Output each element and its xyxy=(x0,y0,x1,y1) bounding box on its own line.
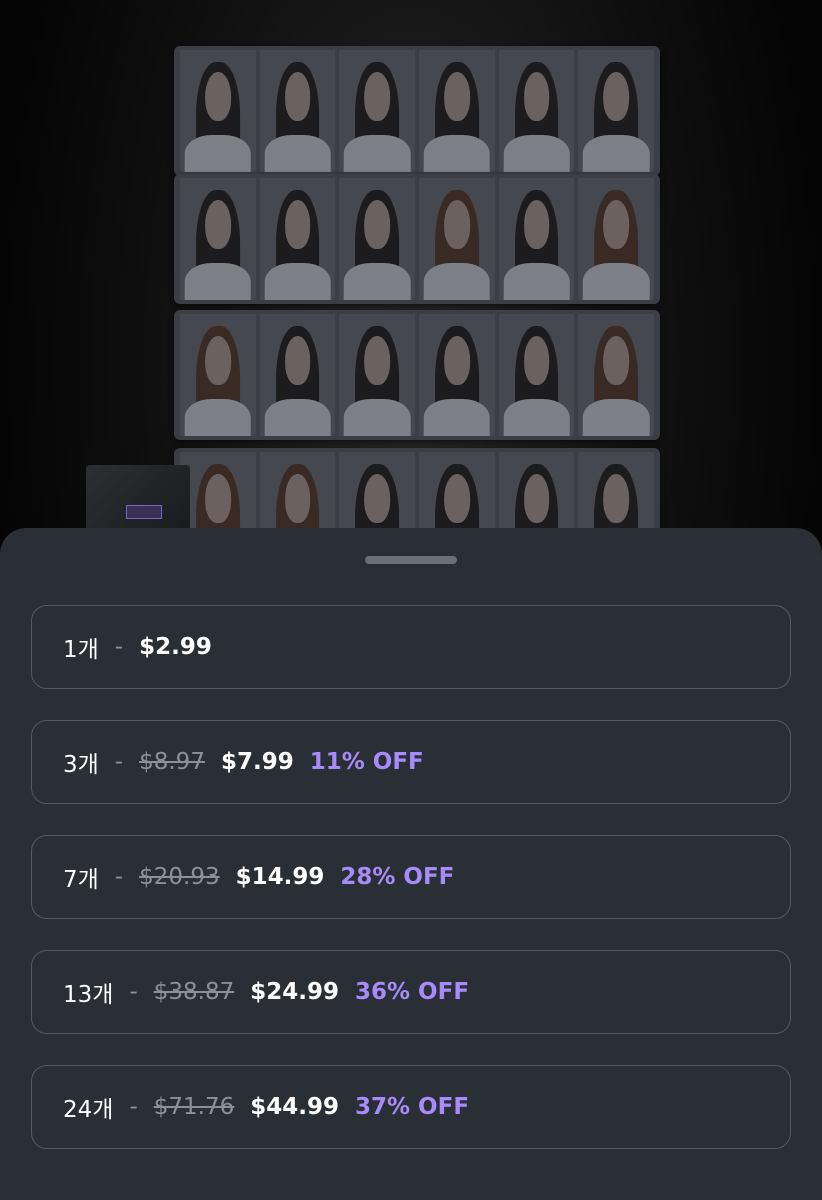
option-separator: - xyxy=(129,979,138,1005)
option-quantity-7[interactable]: 7개 - $20.93 $14.99 28% OFF xyxy=(31,835,791,919)
option-separator: - xyxy=(114,634,124,660)
drag-handle[interactable] xyxy=(365,556,457,564)
option-quantity: 13개 xyxy=(63,982,114,1008)
photocard xyxy=(180,178,256,300)
photocard xyxy=(578,314,655,436)
option-price: $44.99 xyxy=(250,1094,339,1120)
option-quantity-13[interactable]: 13개 - $38.87 $24.99 36% OFF xyxy=(31,950,791,1034)
option-original-price: $71.76 xyxy=(153,1094,235,1120)
photocard xyxy=(419,178,495,300)
option-quantity: 3개 xyxy=(63,752,99,778)
option-quantity: 7개 xyxy=(63,867,99,893)
option-quantity: 24개 xyxy=(63,1097,114,1123)
photocard-sheet xyxy=(174,310,660,440)
photocard-sheet xyxy=(174,46,660,176)
option-price: $24.99 xyxy=(250,979,339,1005)
purchase-options-sheet: 1개 - $2.99 3개 - $8.97 $7.99 11% OFF 7개 -… xyxy=(0,528,822,1200)
option-original-price: $8.97 xyxy=(139,749,205,775)
option-price: $2.99 xyxy=(139,634,212,660)
photocard xyxy=(578,178,655,300)
option-quantity-3[interactable]: 3개 - $8.97 $7.99 11% OFF xyxy=(31,720,791,804)
photocard xyxy=(578,50,655,172)
option-discount: 36% OFF xyxy=(355,979,470,1005)
option-price: $7.99 xyxy=(220,749,294,775)
photocard xyxy=(259,178,336,300)
option-discount: 11% OFF xyxy=(309,749,424,775)
photocard xyxy=(419,314,495,436)
photocard-sheet xyxy=(174,174,660,304)
option-separator: - xyxy=(114,864,124,890)
option-original-price: $38.87 xyxy=(153,979,235,1005)
photocard xyxy=(339,50,416,172)
photocard xyxy=(498,50,575,172)
photocard xyxy=(498,314,575,436)
option-original-price: $20.93 xyxy=(139,864,220,890)
option-discount: 37% OFF xyxy=(355,1094,470,1120)
option-quantity: 1개 xyxy=(63,637,99,663)
option-discount: 28% OFF xyxy=(340,864,455,890)
photocard xyxy=(259,50,336,172)
photocard xyxy=(180,314,256,436)
photocard xyxy=(498,178,575,300)
option-quantity-1[interactable]: 1개 - $2.99 xyxy=(31,605,791,689)
photocard xyxy=(419,50,495,172)
photocard xyxy=(339,314,416,436)
screen: 1개 - $2.99 3개 - $8.97 $7.99 11% OFF 7개 -… xyxy=(0,0,822,1200)
option-separator: - xyxy=(129,1094,138,1120)
option-price: $14.99 xyxy=(235,864,325,890)
option-quantity-24[interactable]: 24개 - $71.76 $44.99 37% OFF xyxy=(31,1065,791,1149)
option-separator: - xyxy=(114,749,124,775)
photocard xyxy=(180,50,256,172)
photocard xyxy=(339,178,416,300)
photocard xyxy=(259,314,336,436)
